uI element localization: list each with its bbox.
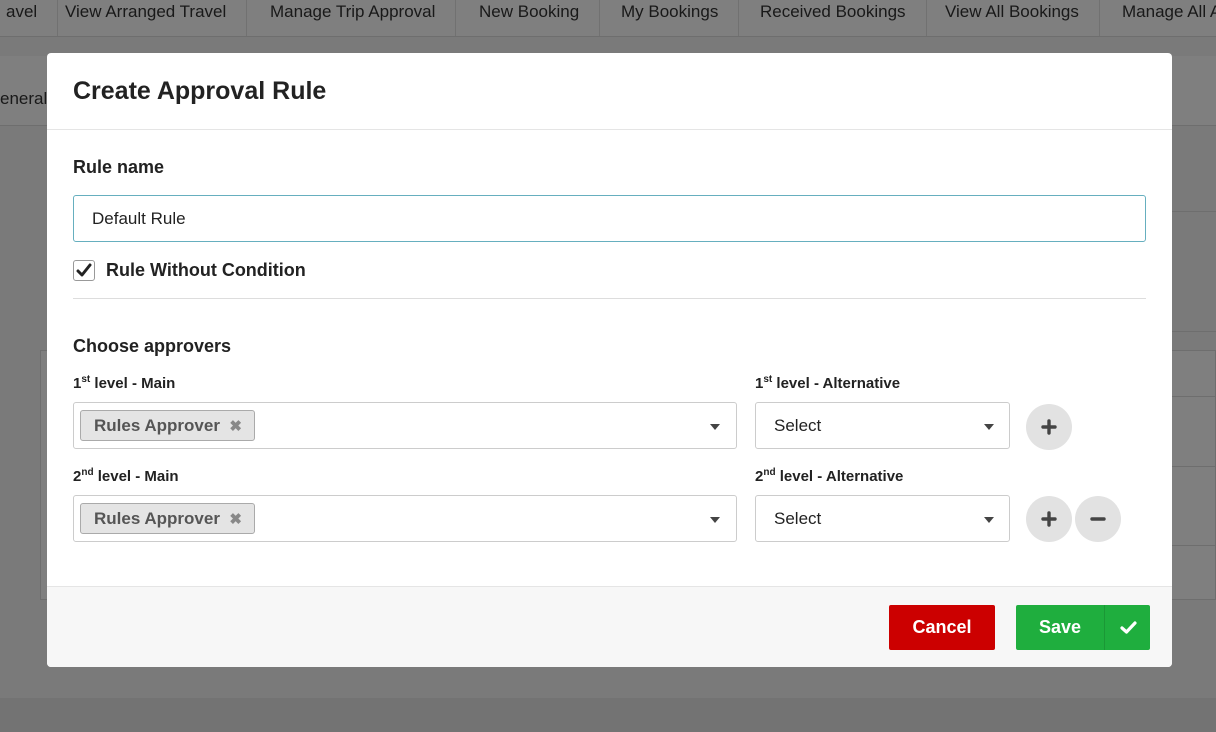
level-2-alt-ordinal-suffix: nd — [763, 467, 776, 478]
minus-icon — [1090, 517, 1106, 521]
approver-tag-label: Rules Approver — [94, 416, 220, 435]
level-2-alternative-label-text: level - Alternative — [779, 468, 904, 485]
chevron-down-icon[interactable] — [984, 424, 994, 430]
remove-tag-icon[interactable]: ✖ — [229, 412, 242, 441]
level-2-alternative-select[interactable]: Select — [755, 495, 1010, 542]
modal-footer: Cancel Save — [47, 586, 1172, 667]
chevron-down-icon[interactable] — [710, 517, 720, 523]
checkmark-icon — [76, 263, 92, 277]
chevron-down-icon[interactable] — [984, 517, 994, 523]
level-2-main-label-text: level - Main — [97, 468, 179, 485]
plus-icon — [1041, 511, 1057, 527]
rule-without-condition-label[interactable]: Rule Without Condition — [106, 260, 306, 281]
save-button[interactable]: Save — [1016, 605, 1150, 650]
level-1-main-label: 1st level - Main — [73, 374, 176, 393]
remove-level-button[interactable] — [1075, 496, 1121, 542]
rule-name-label: Rule name — [73, 157, 165, 177]
level-2-main-select[interactable]: Rules Approver ✖ — [73, 495, 737, 542]
approver-tag-label: Rules Approver — [94, 509, 220, 528]
add-level-button[interactable] — [1026, 404, 1072, 450]
level-1-alt-ordinal-suffix: st — [763, 374, 773, 385]
rule-without-condition-checkbox[interactable] — [73, 260, 95, 281]
save-checkmark-segment — [1104, 605, 1150, 650]
level-1-alternative-label: 1st level - Alternative — [755, 374, 901, 393]
level-1-main-select[interactable]: Rules Approver ✖ — [73, 402, 737, 449]
approver-tag: Rules Approver ✖ — [80, 410, 255, 441]
section-divider — [73, 298, 1146, 299]
level-1-ordinal-suffix: st — [81, 374, 91, 385]
level-2-ordinal-suffix: nd — [81, 467, 94, 478]
cancel-button[interactable]: Cancel — [889, 605, 995, 650]
level-1-alternative-label-text: level - Alternative — [776, 375, 901, 392]
level-1-alternative-value: Select — [774, 416, 822, 435]
modal-header: Create Approval Rule — [47, 53, 1172, 130]
create-approval-rule-dialog: Create Approval Rule Rule name Rule With… — [47, 53, 1172, 667]
plus-icon — [1041, 419, 1057, 435]
checkmark-icon — [1120, 621, 1137, 634]
chevron-down-icon[interactable] — [710, 424, 720, 430]
rule-name-input[interactable] — [73, 195, 1146, 242]
modal-title: Create Approval Rule — [73, 77, 327, 105]
choose-approvers-label: Choose approvers — [73, 336, 232, 356]
level-1-alternative-select[interactable]: Select — [755, 402, 1010, 449]
level-2-alternative-value: Select — [774, 509, 822, 528]
save-button-label: Save — [1038, 617, 1082, 637]
approver-tag: Rules Approver ✖ — [80, 503, 255, 534]
level-2-alternative-label: 2nd level - Alternative — [755, 467, 904, 486]
level-2-main-label: 2nd level - Main — [73, 467, 179, 486]
add-level-button[interactable] — [1026, 496, 1072, 542]
remove-tag-icon[interactable]: ✖ — [229, 505, 242, 534]
level-1-main-label-text: level - Main — [94, 375, 176, 392]
